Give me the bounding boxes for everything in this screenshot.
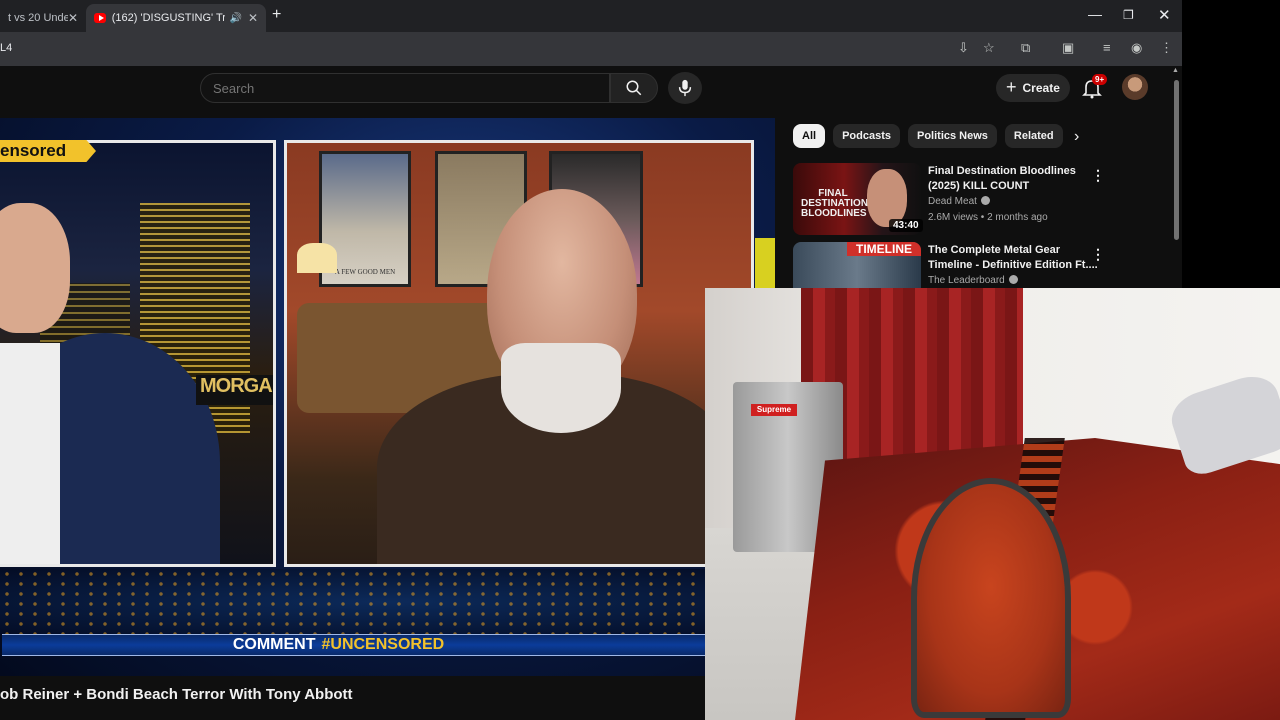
video-meta: 2.6M views • 2 months ago [928, 212, 1048, 223]
extensions-icon[interactable]: ⧉ [1021, 40, 1030, 56]
recommendation-item[interactable]: FINAL DESTINATION BLOODLINES 43:40 Final… [793, 163, 1173, 235]
channel-name[interactable]: The Leaderboard [928, 275, 1018, 286]
speaker-icon[interactable]: 🔊 [229, 13, 241, 24]
more-options-icon[interactable]: ⋮ [1091, 246, 1105, 263]
search-input[interactable] [201, 74, 609, 102]
verified-icon [1008, 275, 1018, 284]
more-options-icon[interactable]: ⋮ [1091, 167, 1105, 184]
filter-chips: All Podcasts Politics News Related [793, 124, 1063, 148]
bookmark-star-icon[interactable]: ☆ [983, 40, 995, 56]
youtube-header: + Create 9+ [0, 66, 1182, 118]
tab-title: (162) 'DISGUSTING' Trump [111, 12, 226, 24]
profile-icon[interactable]: ◉ [1131, 40, 1142, 56]
chip-politics-news[interactable]: Politics News [907, 124, 997, 148]
chip-related[interactable]: Related [1004, 124, 1063, 148]
recommendation-title[interactable]: Final Destination Bloodlines (2025) KILL… [928, 164, 1103, 194]
tab-close-icon[interactable]: ✕ [68, 11, 78, 25]
search-button[interactable] [610, 73, 658, 103]
channel-name[interactable]: Dead Meat [928, 196, 990, 207]
webcam-overlay: Supreme [705, 288, 1280, 720]
tab-inactive[interactable]: t vs 20 Undeci ✕ [0, 4, 86, 32]
install-app-icon[interactable]: ⇩ [958, 40, 969, 56]
media-control-icon[interactable]: ≡ [1103, 40, 1111, 55]
screen: t vs 20 Undeci ✕ (162) 'DISGUSTING' Trum… [0, 0, 1280, 720]
browser-menu-icon[interactable]: ⋮ [1160, 40, 1173, 56]
search-box [200, 73, 610, 103]
create-label: Create [1022, 81, 1060, 95]
browser-tab-bar: t vs 20 Undeci ✕ (162) 'DISGUSTING' Trum… [0, 0, 1182, 32]
window-close-button[interactable]: ✕ [1158, 6, 1171, 24]
video-duration: 43:40 [889, 219, 923, 232]
minimize-button[interactable]: — [1088, 6, 1102, 22]
thumbnail-text: TIMELINE [847, 242, 921, 256]
ticker-comment: COMMENT [232, 636, 316, 653]
name-bar: MORGA [196, 375, 273, 405]
video-panel-left: MORGA [0, 140, 276, 567]
presenter-shirt [0, 343, 60, 564]
channel-name-text: Dead Meat [928, 196, 977, 207]
notification-badge: 9+ [1092, 74, 1108, 85]
ticker-bar: COMMENT #UNCENSORED [2, 634, 775, 656]
presenter-head [0, 203, 70, 333]
side-panel-icon[interactable]: ▣ [1062, 40, 1074, 56]
chevron-right-icon[interactable]: › [1074, 128, 1079, 146]
chair [911, 478, 1071, 718]
search-icon [626, 80, 642, 96]
lamp [297, 243, 337, 273]
scrollbar-thumb[interactable] [1174, 80, 1179, 240]
browser-toolbar: L4 ⇩ ☆ ⧉ ▣ ≡ ◉ ⋮ [0, 32, 1182, 66]
tab-title: t vs 20 Undeci [8, 12, 68, 24]
tab-active[interactable]: (162) 'DISGUSTING' Trump 🔊 ✕ [86, 4, 266, 32]
new-tab-button[interactable]: + [272, 6, 281, 24]
voice-search-button[interactable] [668, 72, 702, 104]
video-player[interactable]: MORGA ensored A FEW GOOD MEN COMMENT #UN… [0, 118, 775, 676]
thumbnail-text: FINAL DESTINATION BLOODLINES [801, 188, 869, 219]
youtube-favicon-icon [94, 13, 106, 23]
recommendation-title[interactable]: The Complete Metal Gear Timeline - Defin… [928, 243, 1103, 273]
account-avatar[interactable] [1122, 74, 1148, 100]
guest-beard [501, 343, 621, 433]
fridge-sticker: Supreme [751, 404, 797, 416]
video-panel-right: A FEW GOOD MEN [284, 140, 754, 567]
scroll-up-arrow-icon[interactable]: ▲ [1172, 67, 1179, 74]
verified-icon [980, 196, 990, 205]
plus-icon: + [1006, 76, 1017, 97]
maximize-button[interactable]: ❐ [1123, 8, 1134, 22]
show-tag: ensored [0, 140, 96, 162]
address-bar[interactable]: L4 [0, 42, 12, 54]
chip-podcasts[interactable]: Podcasts [833, 124, 900, 148]
ticker-hashtag: #UNCENSORED [321, 636, 445, 653]
chip-all[interactable]: All [793, 124, 826, 148]
ticker-background [0, 569, 775, 635]
channel-name-text: The Leaderboard [928, 275, 1005, 286]
create-button[interactable]: + Create [996, 74, 1070, 102]
tab-close-icon[interactable]: ✕ [248, 11, 258, 25]
microphone-icon [678, 79, 692, 97]
world-map-dots [0, 569, 775, 635]
video-title: ob Reiner + Bondi Beach Terror With Tony… [0, 686, 353, 703]
